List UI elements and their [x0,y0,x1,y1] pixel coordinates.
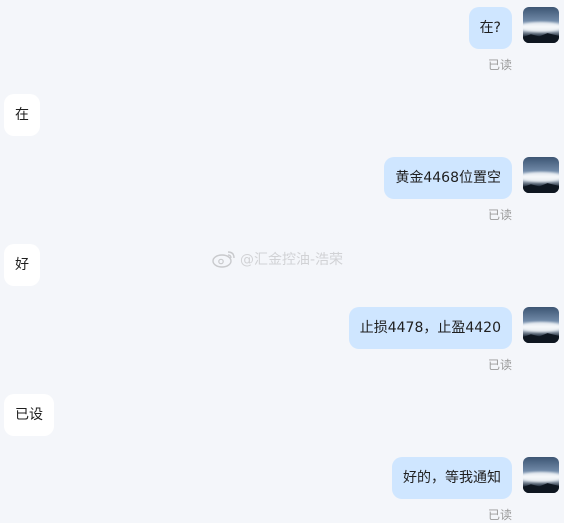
read-status: 已读 [487,208,512,222]
avatar-me[interactable] [523,7,559,43]
avatar-me[interactable] [523,307,559,343]
message-bubble-other: 在 [4,94,40,136]
message-bubble-me: 黄金4468位置空 [384,157,512,199]
message-bubble-me: 止损4478，止盈4420 [348,307,512,349]
avatar-cloud [523,22,559,32]
read-status: 已读 [487,508,512,522]
avatar-ridge [523,33,559,43]
read-status: 已读 [487,58,512,72]
avatar-cloud [523,472,559,482]
watermark-text: @汇金控油-浩荣 [240,252,344,268]
message-bubble-me: 好的，等我通知 [392,457,512,499]
message-bubble-me: 在? [468,7,512,49]
avatar-ridge [523,483,559,493]
avatar-cloud [523,172,559,182]
read-status: 已读 [487,358,512,372]
avatar-ridge [523,333,559,343]
avatar-me[interactable] [523,457,559,493]
avatar-ridge [523,183,559,193]
watermark: @汇金控油-浩荣 [212,249,343,269]
message-bubble-other: 好 [4,244,40,286]
avatar-cloud [523,322,559,332]
message-bubble-other: 已设 [4,394,54,436]
avatar-me[interactable] [523,157,559,193]
weibo-icon [212,251,235,268]
